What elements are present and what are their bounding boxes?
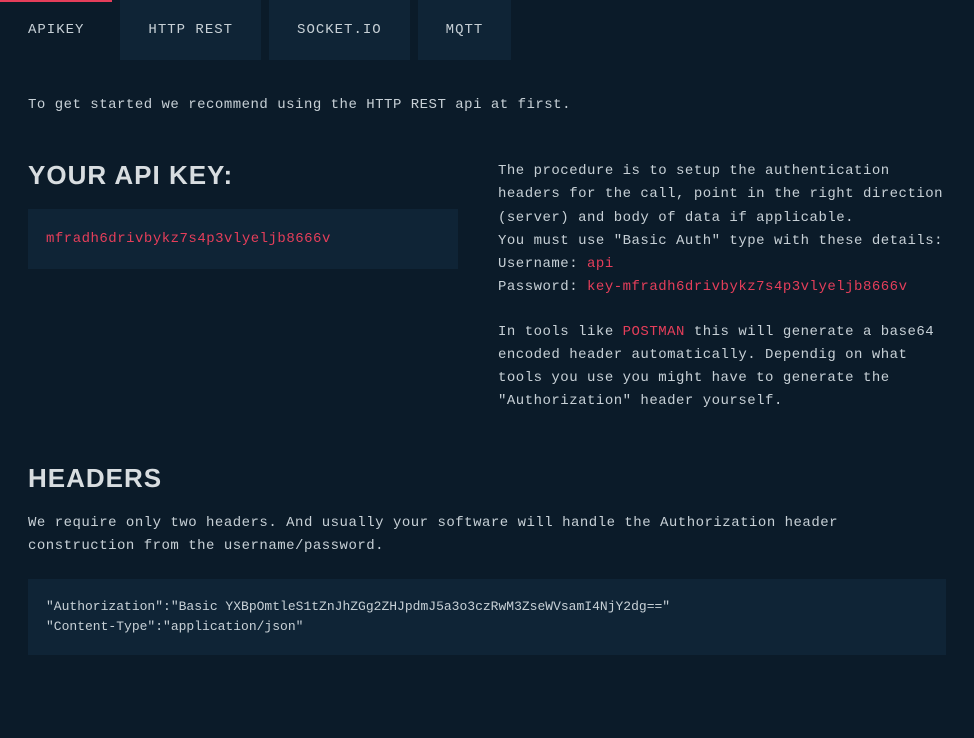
tab-socketio[interactable]: SOCKET.IO [269, 0, 410, 60]
tab-content: To get started we recommend using the HT… [0, 60, 974, 655]
tab-mqtt[interactable]: MQTT [418, 0, 512, 60]
procedure-para-1: The procedure is to setup the authentica… [498, 160, 946, 229]
headers-code-block: "Authorization":"Basic YXBpOmtleS1tZnJhZ… [28, 579, 946, 655]
procedure-column: The procedure is to setup the authentica… [498, 160, 946, 413]
password-value: key-mfradh6drivbykz7s4p3vlyeljb8666v [587, 279, 907, 295]
apikey-heading: YOUR API KEY: [28, 160, 458, 191]
procedure-para-2: You must use "Basic Auth" type with thes… [498, 230, 946, 253]
apikey-column: YOUR API KEY: mfradh6drivbykz7s4p3vlyelj… [28, 160, 458, 413]
two-column-row: YOUR API KEY: mfradh6drivbykz7s4p3vlyelj… [28, 160, 946, 413]
username-value: api [587, 256, 614, 272]
apikey-value: mfradh6drivbykz7s4p3vlyeljb8666v [46, 231, 331, 247]
password-label: Password: [498, 279, 587, 295]
headers-desc: We require only two headers. And usually… [28, 512, 946, 557]
apikey-value-box: mfradh6drivbykz7s4p3vlyeljb8666v [28, 209, 458, 269]
tab-http-rest[interactable]: HTTP REST [120, 0, 261, 60]
headers-heading: HEADERS [28, 463, 946, 494]
postman-link[interactable]: POSTMAN [623, 324, 685, 340]
tab-bar: APIKEY HTTP REST SOCKET.IO MQTT [0, 0, 974, 60]
username-label: Username: [498, 256, 587, 272]
password-line: Password: key-mfradh6drivbykz7s4p3vlyelj… [498, 276, 946, 299]
postman-pre: In tools like [498, 324, 623, 340]
postman-para: In tools like POSTMAN this will generate… [498, 321, 946, 413]
api-panel: APIKEY HTTP REST SOCKET.IO MQTT To get s… [0, 0, 974, 738]
tab-apikey[interactable]: APIKEY [0, 0, 112, 60]
intro-text: To get started we recommend using the HT… [28, 94, 946, 116]
username-line: Username: api [498, 253, 946, 276]
